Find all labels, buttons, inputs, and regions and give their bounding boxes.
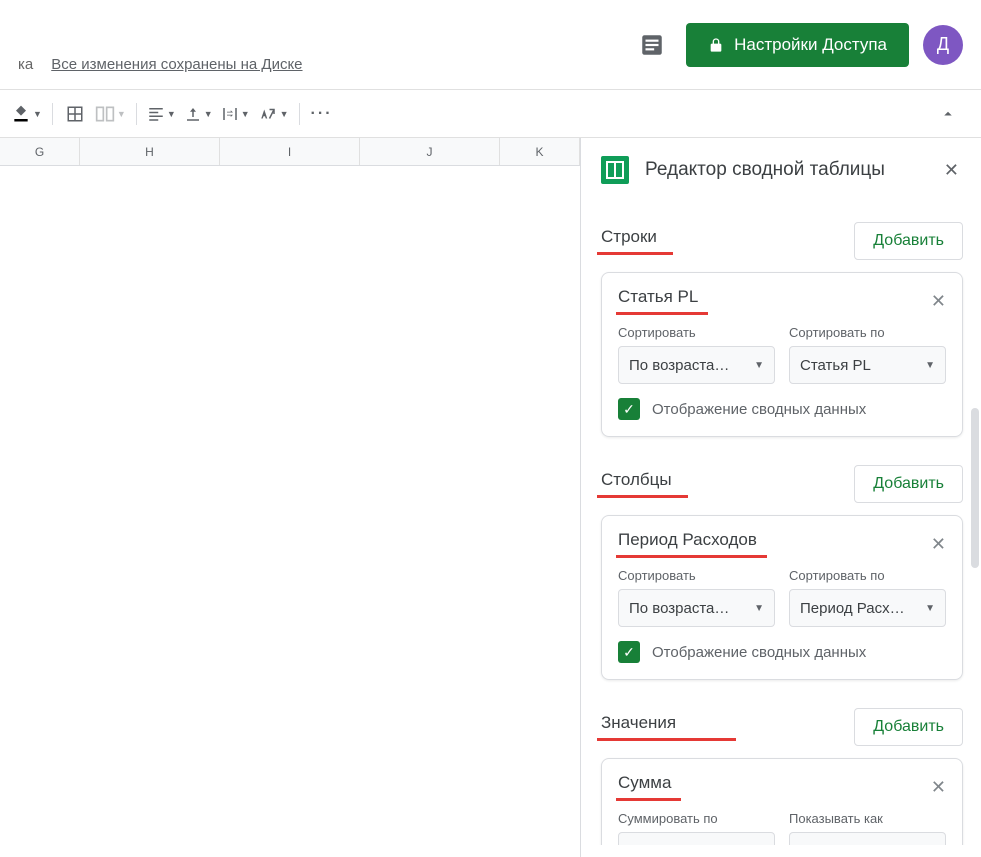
- column-field-card: Период Расходов ✕ Сортировать По возраст…: [601, 515, 963, 680]
- lock-icon: [708, 37, 724, 53]
- pivot-editor-panel: Редактор сводной таблицы ✕ Строки Добави…: [581, 138, 981, 857]
- section-values-label: Значения: [601, 713, 676, 741]
- remove-value-field-button[interactable]: ✕: [931, 777, 946, 798]
- column-headers: G H I J K: [0, 138, 580, 166]
- horizontal-align-button[interactable]: ▼: [144, 99, 179, 129]
- value-field-title: Сумма: [618, 773, 671, 801]
- row-field-title: Статья PL: [618, 287, 698, 315]
- col-header[interactable]: H: [80, 138, 220, 165]
- vertical-align-button[interactable]: ▼: [181, 99, 216, 129]
- section-rows-label: Строки: [601, 227, 657, 255]
- panel-title: Редактор сводной таблицы: [645, 157, 928, 183]
- section-columns-label: Столбцы: [601, 470, 672, 498]
- close-panel-button[interactable]: ✕: [944, 160, 959, 181]
- summarize-by-label: Суммировать по: [618, 811, 775, 826]
- col-header[interactable]: I: [220, 138, 360, 165]
- text-wrap-button[interactable]: ▼: [218, 99, 253, 129]
- spreadsheet-area[interactable]: G H I J K: [0, 138, 581, 857]
- value-field-card: Сумма ✕ Суммировать по SUM▼ Показывать к…: [601, 758, 963, 845]
- avatar[interactable]: Д: [923, 25, 963, 65]
- top-bar: ка Все изменения сохранены на Диске Наст…: [0, 0, 981, 90]
- remove-row-field-button[interactable]: ✕: [931, 291, 946, 312]
- show-totals-label: Отображение сводных данных: [652, 644, 866, 661]
- share-button-label: Настройки Доступа: [734, 35, 887, 55]
- add-columns-button[interactable]: Добавить: [854, 465, 963, 503]
- add-values-button[interactable]: Добавить: [854, 708, 963, 746]
- sort-label: Сортировать: [618, 325, 775, 340]
- sortby-label: Сортировать по: [789, 568, 946, 583]
- sort-order-select[interactable]: По возраста…▼: [618, 589, 775, 627]
- panel-scrollbar[interactable]: [971, 408, 979, 568]
- cell-grid[interactable]: [0, 166, 580, 856]
- col-header[interactable]: G: [0, 138, 80, 165]
- save-status-link[interactable]: Все изменения сохранены на Диске: [51, 56, 302, 73]
- merge-cells-button[interactable]: ▼: [92, 99, 129, 129]
- show-totals-label: Отображение сводных данных: [652, 401, 866, 418]
- sort-by-select[interactable]: Период Расх…▼: [789, 589, 946, 627]
- column-field-title: Период Расходов: [618, 530, 757, 558]
- comments-icon[interactable]: [632, 25, 672, 65]
- title-fragment: ка: [18, 56, 33, 73]
- text-rotation-button[interactable]: ▼: [255, 99, 292, 129]
- row-field-card: Статья PL ✕ Сортировать По возраста…▼ Со…: [601, 272, 963, 437]
- borders-button[interactable]: [60, 99, 90, 129]
- more-button[interactable]: ···: [307, 99, 337, 129]
- sortby-label: Сортировать по: [789, 325, 946, 340]
- toolbar: ▼ ▼ ▼ ▼ ▼ ▼ ···: [0, 90, 981, 138]
- col-header[interactable]: J: [360, 138, 500, 165]
- fill-color-button[interactable]: ▼: [8, 99, 45, 129]
- show-totals-checkbox[interactable]: ✓: [618, 641, 640, 663]
- add-rows-button[interactable]: Добавить: [854, 222, 963, 260]
- show-as-label: Показывать как: [789, 811, 946, 826]
- sort-by-select[interactable]: Статья PL▼: [789, 346, 946, 384]
- remove-column-field-button[interactable]: ✕: [931, 534, 946, 555]
- summarize-by-select[interactable]: SUM▼: [618, 832, 775, 845]
- share-button[interactable]: Настройки Доступа: [686, 23, 909, 67]
- show-as-select[interactable]: по умолчан…▼: [789, 832, 946, 845]
- sort-order-select[interactable]: По возраста…▼: [618, 346, 775, 384]
- pivot-table-icon: [601, 156, 629, 184]
- collapse-toolbar-button[interactable]: [933, 99, 963, 129]
- sort-label: Сортировать: [618, 568, 775, 583]
- col-header[interactable]: K: [500, 138, 580, 165]
- show-totals-checkbox[interactable]: ✓: [618, 398, 640, 420]
